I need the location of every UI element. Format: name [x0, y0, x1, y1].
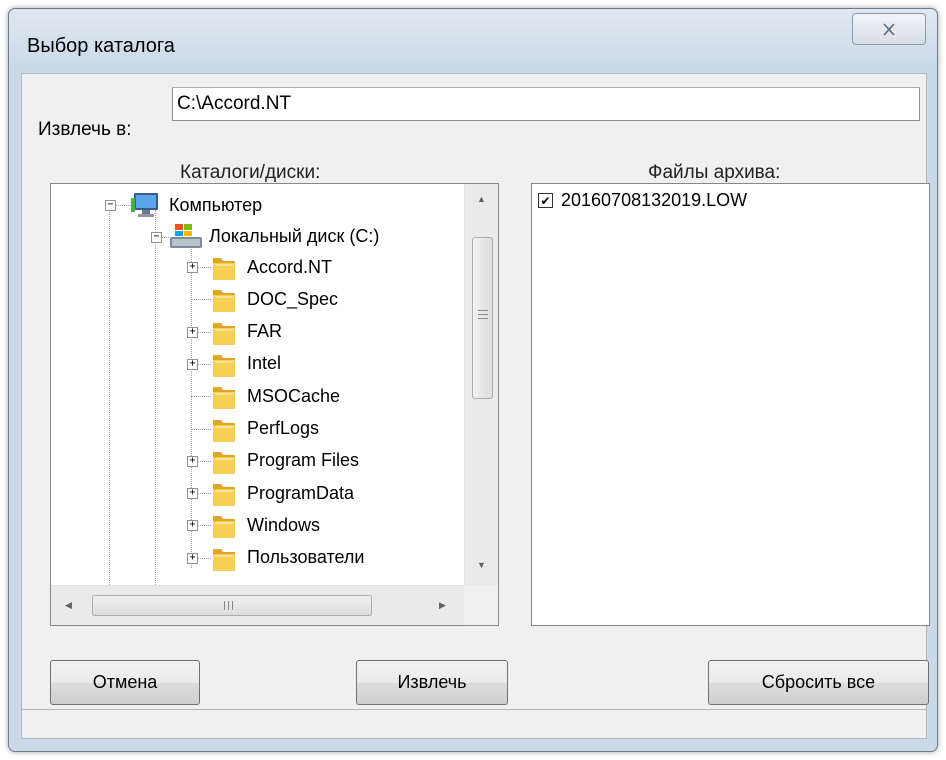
tree-view: − Компьютер − Локальный диск (C:) + Acco… — [51, 184, 464, 585]
folder-icon — [213, 322, 235, 345]
close-button[interactable] — [852, 13, 926, 45]
status-bar — [22, 709, 926, 738]
file-checkbox[interactable]: ✔ — [538, 193, 553, 208]
scroll-right-arrow-icon[interactable]: ▶ — [439, 600, 446, 611]
tree-vertical-scrollbar[interactable]: ▲ ▼ — [464, 184, 498, 585]
folder-label: FAR — [247, 321, 283, 342]
folder-expand-toggle[interactable]: + — [187, 520, 198, 532]
folder-icon — [213, 484, 235, 507]
folder-label: Accord.NT — [247, 256, 333, 277]
tree-node-folder[interactable]: MSOCache — [211, 382, 340, 410]
tree-header: Каталоги/диски: — [180, 162, 321, 183]
computer-icon — [131, 193, 158, 217]
file-name: 20160708132019.LOW — [561, 190, 748, 210]
extract-to-label: Извлечь в: — [38, 119, 132, 140]
folder-icon — [213, 451, 235, 474]
tree-node-folder[interactable]: Intel — [211, 350, 281, 378]
list-item[interactable]: ✔ 20160708132019.LOW — [538, 190, 747, 211]
scroll-down-arrow-icon[interactable]: ▼ — [477, 560, 486, 570]
files-header: Файлы архива: — [648, 162, 781, 183]
tree-horizontal-scrollbar[interactable]: ◀ ▶ — [51, 585, 464, 625]
close-icon — [883, 22, 895, 36]
tree-node-folder[interactable]: ProgramData — [211, 479, 354, 507]
tree-node-folder[interactable]: PerfLogs — [211, 415, 319, 443]
folder-icon — [213, 290, 235, 313]
tree-node-folder[interactable]: DOC_Spec — [211, 285, 338, 313]
tree-node-drive[interactable]: Локальный диск (C:) — [169, 222, 379, 250]
dialog-window: Выбор каталога Извлечь в: Каталоги/диски… — [8, 8, 938, 752]
folder-label: PerfLogs — [247, 418, 320, 438]
tree-label-drive: Локальный диск (C:) — [209, 225, 380, 246]
tree-label-computer: Компьютер — [169, 194, 263, 215]
folder-icon — [213, 387, 235, 410]
folder-icon — [213, 354, 235, 377]
scroll-left-arrow-icon[interactable]: ◀ — [65, 600, 72, 611]
extract-path-input[interactable] — [172, 87, 920, 121]
folder-label: Intel — [247, 353, 282, 374]
folder-icon — [213, 258, 235, 280]
folder-expand-toggle[interactable]: + — [187, 488, 198, 500]
folder-expand-toggle[interactable]: + — [187, 262, 198, 273]
folder-icon — [213, 516, 235, 539]
tree-node-folder[interactable]: Accord.NT — [211, 253, 332, 281]
window-title: Выбор каталога — [27, 35, 175, 57]
folder-expand-toggle[interactable]: + — [187, 552, 198, 564]
folder-expand-toggle[interactable]: + — [187, 358, 198, 370]
computer-collapse-toggle[interactable]: − — [105, 200, 116, 211]
tree-node-folder[interactable]: Пользователи — [211, 544, 364, 572]
folder-icon — [213, 419, 235, 442]
extract-button[interactable]: Извлечь — [356, 660, 508, 705]
reset-all-button[interactable]: Сбросить все — [708, 660, 929, 705]
folder-expand-toggle[interactable]: + — [187, 326, 198, 338]
tree-node-folder[interactable]: Program Files — [211, 447, 359, 475]
folder-label: Пользователи — [247, 547, 365, 568]
scroll-up-arrow-icon[interactable]: ▲ — [477, 194, 486, 204]
dialog-body: Извлечь в: Каталоги/диски: Файлы архива:… — [21, 73, 930, 739]
drive-icon — [170, 224, 202, 248]
tree-vscroll-thumb[interactable] — [472, 237, 493, 399]
folder-label: ProgramData — [247, 482, 355, 503]
drive-collapse-toggle[interactable]: − — [151, 232, 162, 243]
folder-icon — [213, 548, 235, 571]
tree-node-computer[interactable]: Компьютер — [131, 191, 262, 219]
tree-node-folder[interactable]: FAR — [211, 318, 282, 346]
tree-node-folder[interactable]: Windows — [211, 511, 320, 539]
tree-hscroll-thumb[interactable] — [92, 595, 372, 616]
folder-expand-toggle[interactable]: + — [187, 455, 198, 467]
folder-label: Windows — [247, 514, 321, 535]
folder-label: DOC_Spec — [247, 288, 339, 309]
folder-label: Program Files — [247, 450, 360, 471]
folder-label: MSOCache — [247, 385, 341, 406]
cancel-button[interactable]: Отмена — [50, 660, 200, 705]
archive-files-list[interactable]: ✔ 20160708132019.LOW — [531, 183, 930, 626]
directory-tree[interactable]: − Компьютер − Локальный диск (C:) + Acco… — [50, 183, 499, 626]
scrollbar-corner — [464, 585, 498, 625]
